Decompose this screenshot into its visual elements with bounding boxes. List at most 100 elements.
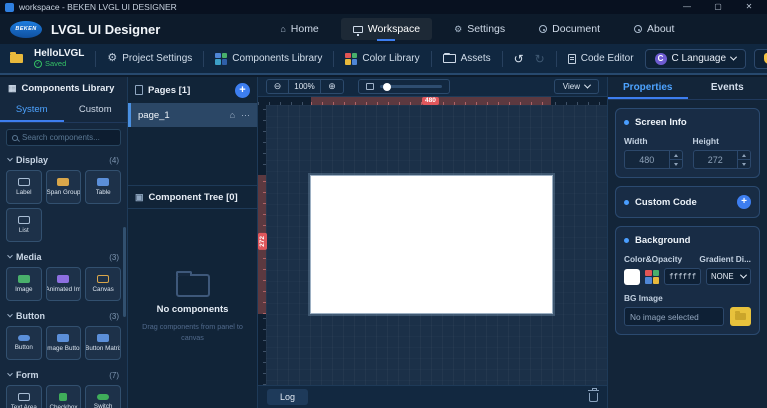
tab-system[interactable]: System xyxy=(0,99,64,122)
check-icon: ✓ xyxy=(34,60,42,69)
component-card-image[interactable]: Image xyxy=(6,267,42,301)
switch-icon xyxy=(97,394,110,400)
width-step-up[interactable] xyxy=(670,151,682,159)
clear-log-icon[interactable] xyxy=(588,387,599,402)
page-row-page-1[interactable]: page_1 ⌂ ⋯ xyxy=(128,103,257,127)
tab-events[interactable]: Events xyxy=(688,77,767,99)
section-header-form[interactable]: Form (7) xyxy=(0,365,127,383)
span-group-icon xyxy=(57,178,70,186)
component-card-button-matrix[interactable]: Button Matrix xyxy=(85,326,121,360)
app-icon xyxy=(5,2,14,12)
width-input[interactable] xyxy=(625,151,669,168)
beken-logo: BEKEN xyxy=(10,20,42,38)
color-library-button[interactable]: Color Library xyxy=(345,52,420,65)
add-page-button[interactable]: + xyxy=(235,82,250,98)
section-form: Form(7)Text AreaCheckboxSwitchSliderDrop… xyxy=(0,365,127,408)
pages-panel: Pages [1] + page_1 ⌂ ⋯ ▣ Component Tree … xyxy=(128,77,258,408)
c-language-button[interactable]: CC Language xyxy=(644,48,747,69)
components-panel: ▦ Components Library System Custom Displ… xyxy=(0,77,128,408)
bullet-icon xyxy=(624,238,629,243)
chevron-down-icon xyxy=(7,252,13,259)
component-card-span-group[interactable]: Span Group xyxy=(45,170,82,204)
folder-icon xyxy=(735,311,746,320)
add-custom-code-button[interactable]: + xyxy=(737,195,751,209)
zoom-slider[interactable] xyxy=(380,82,442,91)
zoom-in-button[interactable]: ⊕ xyxy=(321,80,343,93)
component-card-switch[interactable]: Switch xyxy=(85,385,121,408)
component-card-button[interactable]: Button xyxy=(6,326,42,360)
chevron-down-icon xyxy=(739,271,748,279)
log-toggle-button[interactable]: Log xyxy=(267,389,309,405)
undo-button[interactable]: ↺ xyxy=(514,53,524,65)
component-card-text-area[interactable]: Text Area xyxy=(6,385,42,408)
gradient-direction-dropdown[interactable]: NONE xyxy=(706,268,751,285)
canvas-area: ⊖ 100% ⊕ View 480 272 Log xyxy=(258,77,607,408)
screen-info-card: Screen Info Width 480 Height 272 xyxy=(615,108,760,178)
close-button[interactable]: ✕ xyxy=(736,0,762,14)
section-grid-display: Label Span Group Table List xyxy=(0,168,127,247)
fit-canvas-icon[interactable] xyxy=(366,83,374,90)
nav-home[interactable]: ⌂ Home xyxy=(268,18,330,40)
design-canvas[interactable] xyxy=(266,105,607,385)
view-dropdown[interactable]: View xyxy=(553,79,599,94)
height-input[interactable] xyxy=(693,151,737,168)
home-page-icon[interactable]: ⌂ xyxy=(230,110,235,120)
color-picker-icon[interactable] xyxy=(645,269,659,284)
component-card-list[interactable]: List xyxy=(6,208,42,242)
minimize-button[interactable]: — xyxy=(674,0,700,14)
width-step-down[interactable] xyxy=(669,159,682,168)
assets-button[interactable]: Assets xyxy=(442,53,491,64)
nav-settings[interactable]: ⚙ Settings xyxy=(442,18,517,40)
height-step-down[interactable] xyxy=(738,159,750,168)
section-header-display[interactable]: Display (4) xyxy=(0,150,127,168)
width-stepper xyxy=(668,151,682,168)
component-card-animated-image[interactable]: Animated Image xyxy=(45,267,82,301)
component-card-canvas[interactable]: Canvas xyxy=(85,267,121,301)
nav-document[interactable]: Document xyxy=(527,18,612,40)
assets-folder-icon xyxy=(442,53,456,63)
nav-about[interactable]: About xyxy=(622,18,686,40)
micropython-button[interactable]: MicroPython xyxy=(754,48,767,69)
redo-button[interactable]: ↻ xyxy=(535,53,545,65)
tab-custom[interactable]: Custom xyxy=(64,99,128,122)
component-card-table[interactable]: Table xyxy=(85,170,121,204)
component-card-label[interactable]: Label xyxy=(6,170,42,204)
search-input[interactable] xyxy=(22,133,115,142)
maximize-button[interactable]: ▢ xyxy=(705,0,731,14)
chevron-down-icon xyxy=(7,155,13,162)
zoom-out-button[interactable]: ⊖ xyxy=(267,80,289,93)
zoom-level: 100% xyxy=(289,80,321,93)
page-more-button[interactable]: ⋯ xyxy=(241,110,250,121)
code-editor-button[interactable]: Code Editor xyxy=(567,53,634,64)
zoom-slider-thumb[interactable] xyxy=(383,82,392,91)
component-card-checkbox[interactable]: Checkbox xyxy=(45,385,82,408)
checkbox-icon xyxy=(59,393,68,401)
properties-panel: Properties Events Screen Info Width 480 … xyxy=(607,77,767,408)
height-field xyxy=(692,150,751,169)
component-search[interactable] xyxy=(6,129,121,146)
color-palette-icon xyxy=(345,52,358,65)
color-swatch[interactable] xyxy=(624,268,640,285)
nav-workspace[interactable]: Workspace xyxy=(340,18,433,40)
tab-properties[interactable]: Properties xyxy=(608,77,688,99)
section-grid-form: Text AreaCheckboxSwitchSliderDropdownRol… xyxy=(0,383,127,408)
color-hex-input[interactable] xyxy=(664,268,701,285)
components-scrollbar[interactable] xyxy=(123,227,126,317)
component-card-image-button[interactable]: Image Button xyxy=(45,326,82,360)
bullet-icon xyxy=(624,199,629,205)
home-icon: ⌂ xyxy=(280,23,286,34)
components-library-button[interactable]: Components Library xyxy=(215,52,322,65)
design-screen[interactable] xyxy=(310,175,553,314)
project-settings-button[interactable]: ⚙ Project Settings xyxy=(107,53,192,65)
empty-state-subtitle: Drag components from panel to canvas xyxy=(142,322,243,342)
browse-image-button[interactable] xyxy=(730,307,751,326)
height-step-up[interactable] xyxy=(738,151,750,159)
bg-image-input[interactable] xyxy=(624,307,724,326)
section-header-button[interactable]: Button (3) xyxy=(0,306,127,324)
vertical-ruler: 272 xyxy=(258,105,267,385)
background-card: Background Color&Opacity Gradient Di... … xyxy=(615,226,760,335)
about-icon xyxy=(634,25,642,33)
chevron-down-icon xyxy=(7,370,13,377)
components-panel-header: ▦ Components Library xyxy=(8,82,115,94)
section-header-media[interactable]: Media (3) xyxy=(0,247,127,265)
